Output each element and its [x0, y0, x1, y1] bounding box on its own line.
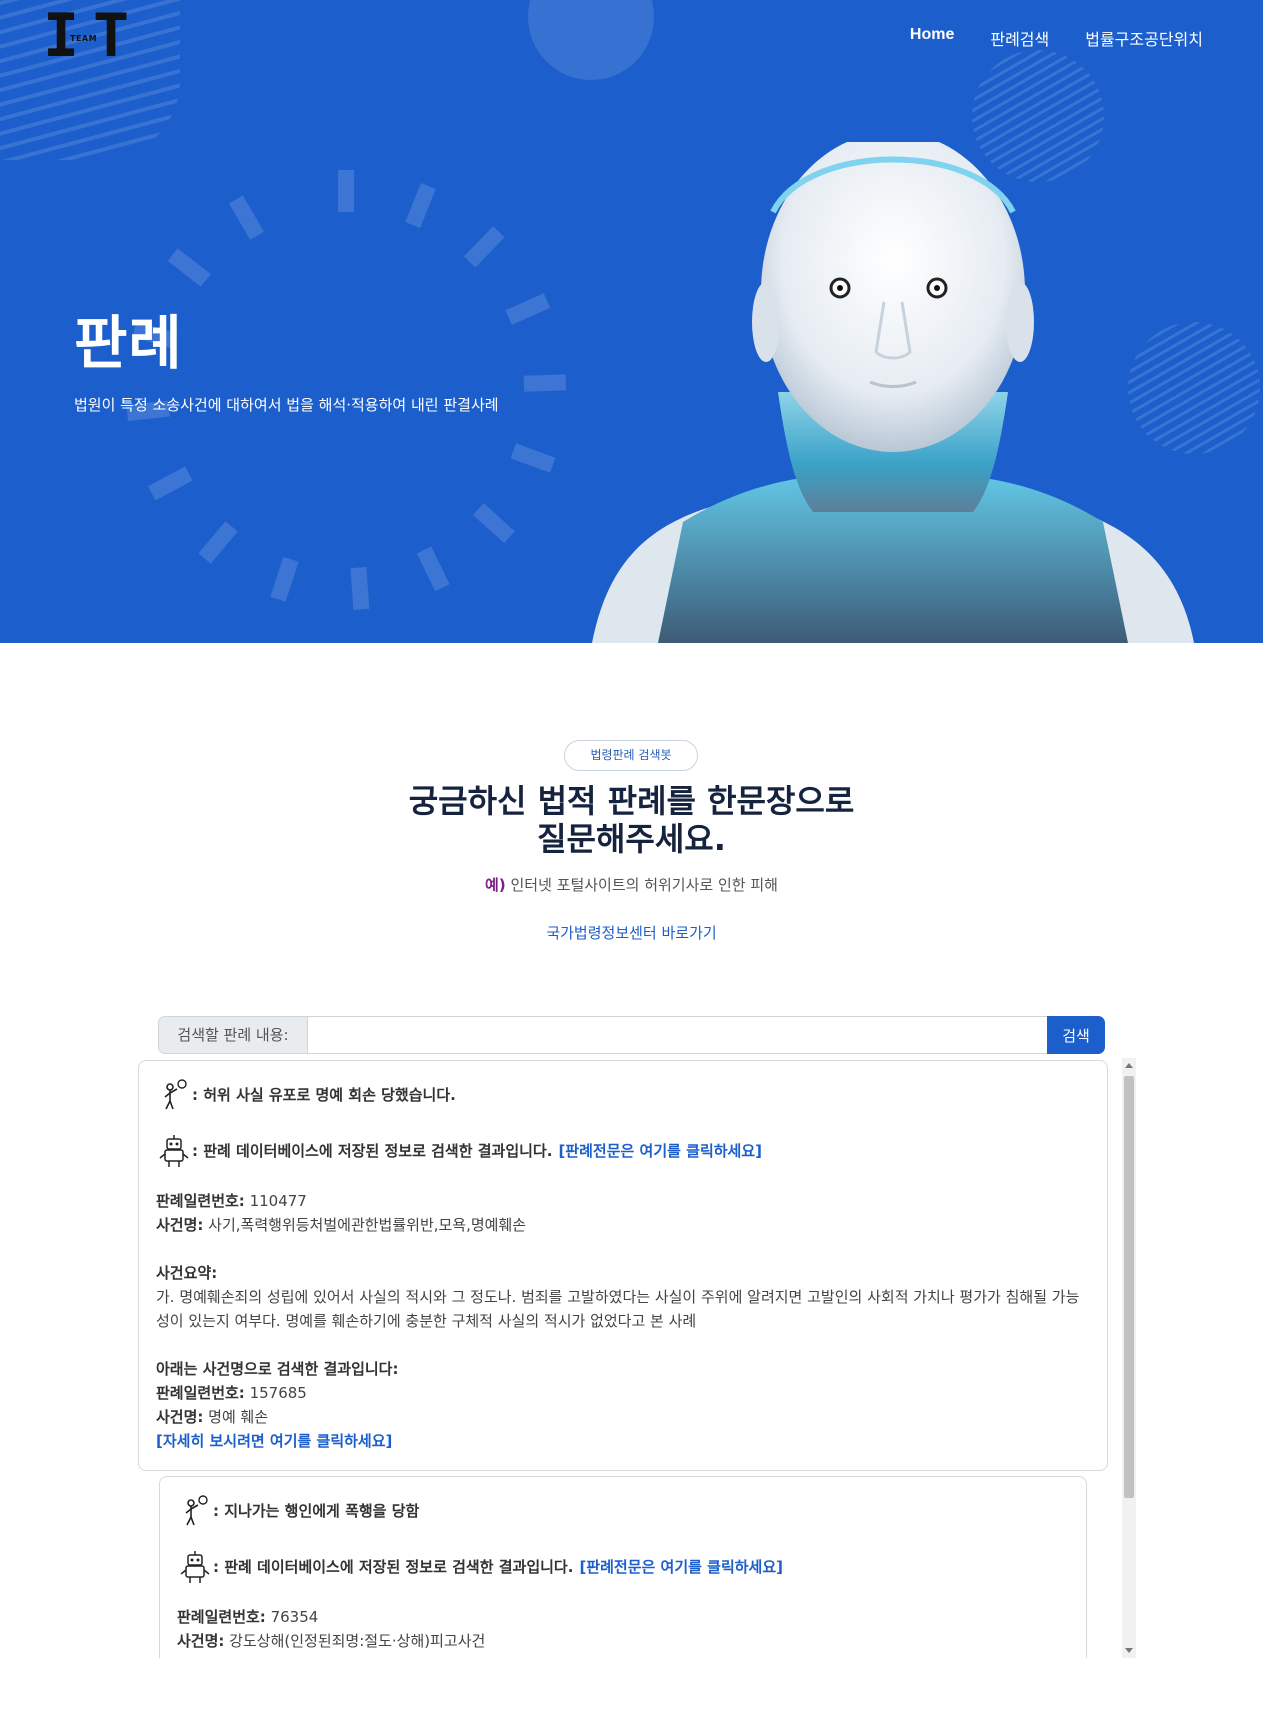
scroll-up-arrow[interactable]: [1125, 1063, 1133, 1068]
case-serial: 판례일련번호: 76354: [177, 1605, 318, 1629]
case-serial-label: 판례일련번호:: [156, 1192, 245, 1210]
nav-home[interactable]: Home: [910, 26, 954, 50]
user-question-text: : 허위 사실 유포로 명예 회손 당했습니다.: [192, 1086, 456, 1104]
main-nav: Home 판례검색 법률구조공단위치: [910, 26, 1203, 50]
page-headline: 궁금하신 법적 판례를 한문장으로 질문해주세요.: [0, 782, 1263, 858]
case-serial-value: 76354: [265, 1608, 319, 1626]
hero-subtitle: 법원이 특정 소송사건에 대하여서 법을 해석·적용하여 내린 판결사례: [74, 396, 499, 414]
case-serial-2-value: 157685: [244, 1384, 307, 1402]
case-name-2-value: 명예 훼손: [203, 1408, 269, 1426]
result-card: : 지나가는 행인에게 폭행을 당함 : 판례 데이터베이스에 저장된 정보로 …: [159, 1476, 1087, 1658]
result-card: : 허위 사실 유포로 명예 회손 당했습니다. : 판례 데이터베이스에 저장…: [138, 1060, 1108, 1471]
example-text: 인터넷 포털사이트의 허위기사로 인한 피해: [505, 876, 778, 894]
example-prefix: 예): [485, 876, 506, 894]
headline-line-2: 질문해주세요.: [537, 820, 726, 858]
user-question-text: : 지나가는 행인에게 폭행을 당함: [213, 1502, 420, 1520]
robot-answer-icon: [159, 1135, 189, 1167]
user-question-icon: [164, 1079, 187, 1110]
search-input[interactable]: [308, 1016, 1047, 1054]
case-serial-2-label: 판례일련번호:: [156, 1384, 245, 1402]
search-button[interactable]: 검색: [1047, 1016, 1105, 1054]
robot-answer-icon: [180, 1551, 210, 1583]
detail-link[interactable]: [자세히 보시려면 여기를 클릭하세요]: [156, 1429, 392, 1453]
case-serial-value: 110477: [244, 1192, 307, 1210]
scroll-down-arrow[interactable]: [1125, 1648, 1133, 1653]
hero-title: 판례: [74, 309, 183, 377]
nav-legal-aid-location[interactable]: 법률구조공단위치: [1085, 26, 1203, 50]
bot-answer-row: : 판례 데이터베이스에 저장된 정보로 검색한 결과입니다. [판례전문은 여…: [177, 1549, 783, 1585]
chatbot-badge: 법령판례 검색봇: [564, 740, 698, 771]
national-law-center-link[interactable]: 국가법령정보센터 바로가기: [0, 922, 1263, 943]
bot-answer-text: : 판례 데이터베이스에 저장된 정보로 검색한 결과입니다.: [213, 1558, 574, 1576]
user-question-row: : 지나가는 행인에게 폭행을 당함: [177, 1493, 419, 1529]
by-name-heading: 아래는 사건명으로 검색한 결과입니다:: [156, 1360, 399, 1378]
case-name-2-label: 사건명:: [156, 1408, 204, 1426]
case-name: 사건명: 사기,폭력행위등처벌에관한법률위반,모욕,명예훼손: [156, 1213, 526, 1237]
scrollbar-thumb[interactable]: [1124, 1076, 1134, 1498]
decor-circle: [528, 0, 654, 80]
case-summary-label: 사건요약:: [156, 1264, 218, 1282]
case-summary-text: 가. 명예훼손죄의 성립에 있어서 사실의 적시와 그 정도나. 범죄를 고발하…: [156, 1288, 1080, 1330]
bot-answer-row: : 판례 데이터베이스에 저장된 정보로 검색한 결과입니다. [판례전문은 여…: [156, 1133, 762, 1169]
full-case-link[interactable]: [판례전문은 여기를 클릭하세요]: [558, 1139, 762, 1163]
chat-results: : 허위 사실 유포로 명예 회손 당했습니다. : 판례 데이터베이스에 저장…: [138, 1060, 1136, 1658]
headline-line-1: 궁금하신 법적 판례를 한문장으로: [408, 782, 855, 820]
case-name-2: 사건명: 명예 훼손: [156, 1405, 268, 1429]
case-serial-2: 판례일련번호: 157685: [156, 1381, 307, 1405]
case-search-bar: 검색할 판례 내용: 검색: [158, 1016, 1105, 1054]
case-name-value: 강도상해(인정된죄명:절도·상해)피고사건: [224, 1632, 486, 1650]
user-question-icon: [185, 1495, 208, 1526]
case-serial-label: 판례일련번호:: [177, 1608, 266, 1626]
site-logo[interactable]: I TEAM T: [43, 1, 133, 71]
results-scrollbar[interactable]: [1122, 1058, 1136, 1658]
logo-letter-t: T: [93, 1, 130, 71]
case-name: 사건명: 강도상해(인정된죄명:절도·상해)피고사건: [177, 1629, 485, 1653]
full-case-link[interactable]: [판례전문은 여기를 클릭하세요]: [579, 1555, 783, 1579]
nav-case-search[interactable]: 판례검색: [990, 26, 1049, 50]
search-label: 검색할 판례 내용:: [158, 1016, 308, 1054]
user-question-row: : 허위 사실 유포로 명예 회손 당했습니다.: [156, 1077, 456, 1113]
case-name-label: 사건명:: [177, 1632, 225, 1650]
case-name-value: 사기,폭력행위등처벌에관한법률위반,모욕,명예훼손: [203, 1216, 527, 1234]
hero-banner: I TEAM T Home 판례검색 법률구조공단위치 판례 법원이 특정 소송…: [0, 0, 1263, 643]
case-name-label: 사건명:: [156, 1216, 204, 1234]
case-serial: 판례일련번호: 110477: [156, 1189, 307, 1213]
example-question: 예) 인터넷 포털사이트의 허위기사로 인한 피해: [0, 874, 1263, 895]
bot-answer-text: : 판례 데이터베이스에 저장된 정보로 검색한 결과입니다.: [192, 1142, 553, 1160]
robot-illustration: [592, 142, 1194, 643]
